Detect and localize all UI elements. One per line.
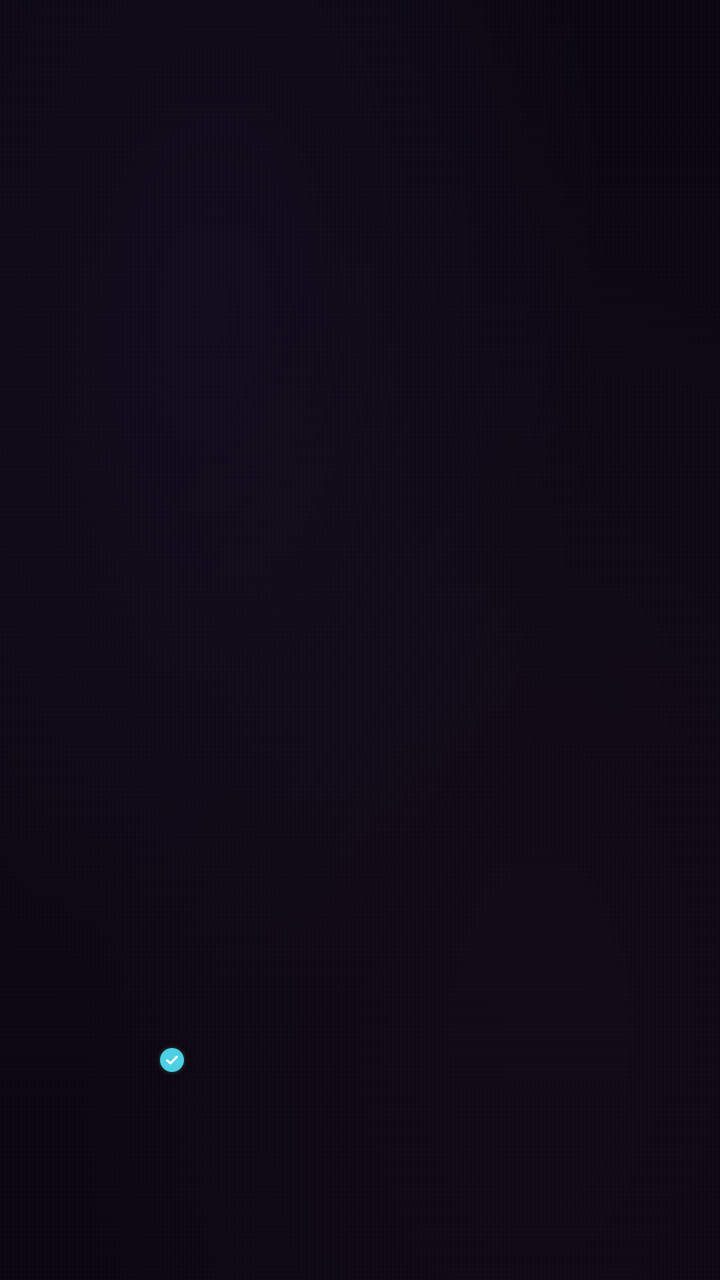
viewfinder-noise: [0, 0, 720, 1280]
camera-viewfinder[interactable]: [0, 0, 720, 1280]
check-circle-icon: [160, 1048, 184, 1072]
focus-confirmed-indicator: [160, 1048, 184, 1072]
